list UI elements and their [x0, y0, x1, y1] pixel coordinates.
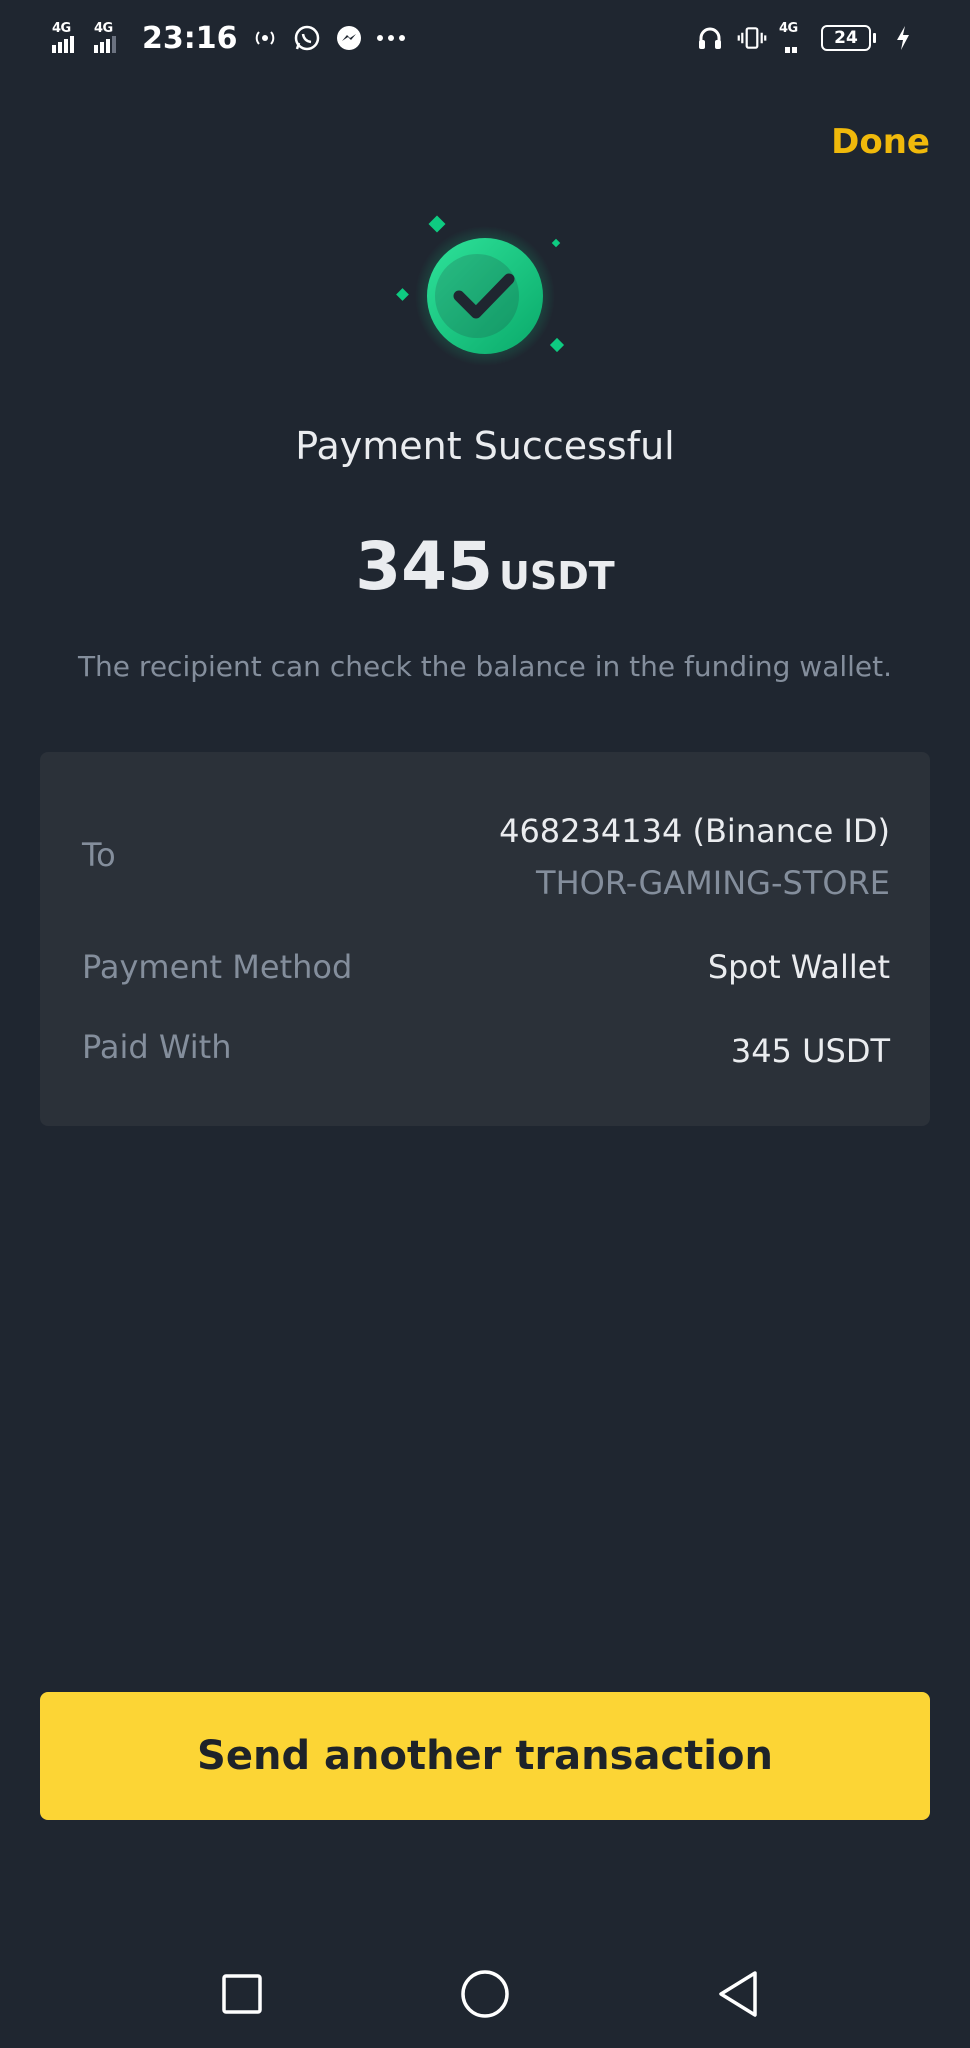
more-notifications-icon: [376, 23, 406, 53]
to-label: To: [82, 836, 116, 874]
home-circle-icon[interactable]: [455, 1964, 515, 2024]
success-icon-area: [0, 210, 970, 380]
vibrate-icon: [737, 23, 767, 53]
messenger-icon: [334, 23, 364, 53]
payment-method-value: Spot Wallet: [707, 948, 890, 986]
recipient-id: 468234134 (Binance ID): [499, 812, 890, 850]
recipient-note: The recipient can check the balance in t…: [77, 650, 893, 683]
system-nav-bar: [0, 1940, 970, 2048]
amount-unit: USDT: [499, 554, 615, 598]
battery-icon: 24: [821, 25, 876, 51]
payment-success-screen: 4G 4G 23:16 4G 24 Done Payment Successfu…: [0, 0, 970, 2048]
whatsapp-icon: [292, 23, 322, 53]
sparkle-icon: [396, 288, 409, 301]
amount-value: 345: [355, 528, 494, 605]
status-bar: 4G 4G 23:16 4G 24: [0, 0, 970, 76]
back-triangle-icon[interactable]: [708, 1964, 768, 2024]
send-another-transaction-button[interactable]: Send another transaction: [40, 1692, 930, 1820]
paid-with-label: Paid With: [82, 1028, 232, 1066]
paid-with-value: 345 USDT: [730, 1032, 890, 1070]
status-bar-right: 4G 24: [695, 18, 918, 58]
check-circle-icon: [415, 226, 555, 366]
payment-method-label: Payment Method: [82, 948, 353, 986]
transaction-details-card: To 468234134 (Binance ID) THOR-GAMING-ST…: [40, 752, 930, 1126]
done-button[interactable]: Done: [831, 122, 930, 162]
hotspot-icon: [250, 23, 280, 53]
charging-icon: [888, 23, 918, 53]
recents-square-icon[interactable]: [212, 1964, 272, 2024]
headphones-icon: [695, 23, 725, 53]
mobile-data-icon: 4G: [779, 21, 809, 55]
signal-icon: 4G: [52, 21, 82, 55]
status-time: 23:16: [142, 20, 238, 56]
status-bar-left: 4G 4G 23:16: [52, 18, 406, 58]
amount: 345 USDT: [0, 528, 970, 605]
page-title: Payment Successful: [295, 424, 675, 468]
recipient-name: THOR-GAMING-STORE: [536, 864, 890, 902]
signal-icon: 4G: [94, 21, 124, 55]
